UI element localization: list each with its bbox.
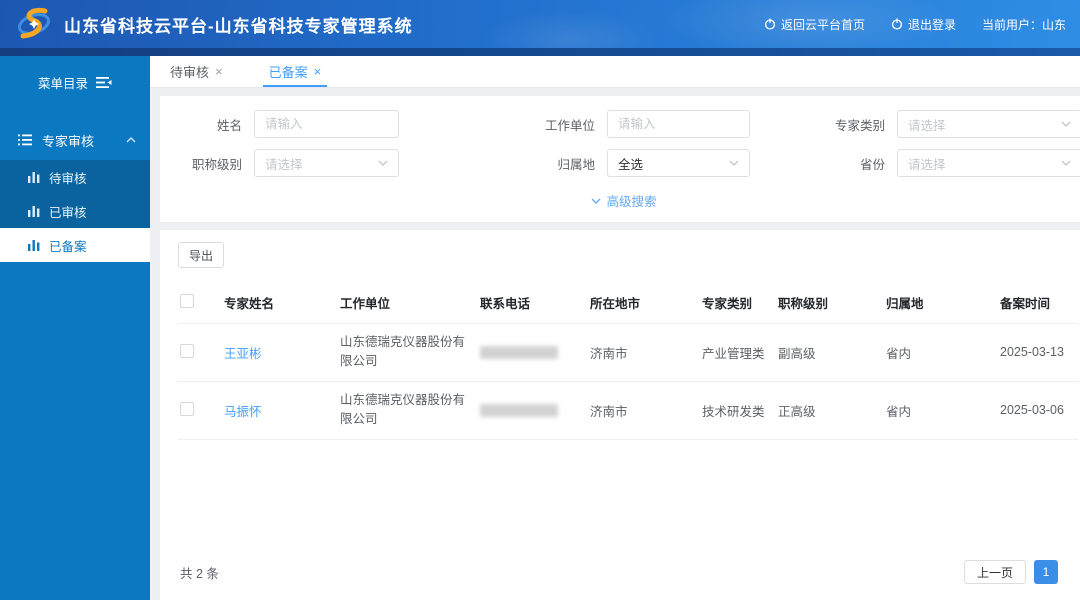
list-icon (18, 134, 32, 146)
pagination-bar: 共 2 条 上一页 1 (178, 544, 1080, 600)
home-circle-icon (764, 18, 776, 30)
expert-category-label: 专家类别 (811, 115, 897, 134)
chevron-down-icon (591, 198, 601, 204)
close-icon[interactable]: × (215, 64, 223, 79)
return-home-label: 返回云平台首页 (781, 16, 865, 33)
menu-toggle[interactable]: 菜单目录 (0, 62, 150, 102)
current-user: 当前用户：山东 (982, 16, 1066, 33)
name-input[interactable] (265, 117, 388, 131)
chevron-down-icon (378, 160, 388, 166)
title-level-label: 职称级别 (168, 154, 254, 173)
tab-bar: 待审核 × 已备案 × (150, 56, 1080, 88)
work-unit-input[interactable] (618, 117, 739, 131)
record-date-cell: 2025-03-06 (998, 381, 1078, 439)
sidebar-submenu: 待审核 已审核 已备案 (0, 160, 150, 262)
sidebar-item-label: 已审核 (49, 202, 87, 221)
expert-category-select[interactable]: 请选择 (897, 110, 1080, 138)
power-icon (891, 18, 903, 30)
col-expert-name: 专家姓名 (222, 282, 338, 324)
chevron-up-icon (126, 137, 136, 143)
col-category: 专家类别 (700, 282, 776, 324)
bar-chart-icon (28, 172, 40, 183)
category-cell: 产业管理类 (700, 324, 776, 382)
sidebar-item-pending-review[interactable]: 待审核 (0, 160, 150, 194)
prev-page-button[interactable]: 上一页 (964, 560, 1026, 584)
col-record-date: 备案时间 (998, 282, 1078, 324)
return-home-link[interactable]: 返回云平台首页 (764, 16, 865, 33)
name-label: 姓名 (168, 115, 254, 134)
col-phone: 联系电话 (478, 282, 588, 324)
menu-toggle-label: 菜单目录 (38, 73, 88, 92)
region-cell: 省内 (884, 324, 998, 382)
sidebar-group-label: 专家审核 (42, 131, 94, 150)
phone-redacted (480, 404, 558, 417)
region-select[interactable]: 全选 (607, 149, 750, 177)
col-title-level: 职称级别 (776, 282, 884, 324)
chevron-down-icon (1061, 121, 1071, 127)
advanced-search-label: 高级搜索 (606, 191, 656, 210)
work-unit-cell: 山东德瑞克仪器股份有限公司 (338, 324, 478, 382)
total-count: 共 2 条 (180, 563, 219, 582)
logout-label: 退出登录 (908, 16, 956, 33)
page-title: 山东省科技云平台-山东省科技专家管理系统 (64, 12, 413, 37)
work-unit-label: 工作单位 (521, 115, 607, 134)
record-date-cell: 2025-03-13 (998, 324, 1078, 382)
current-user-label: 当前用户：山东 (982, 16, 1066, 33)
province-select[interactable]: 请选择 (897, 149, 1080, 177)
title-level-cell: 正高级 (776, 381, 884, 439)
sidebar-item-reviewed[interactable]: 已审核 (0, 194, 150, 228)
tab-recorded[interactable]: 已备案 × (263, 56, 328, 87)
sidebar: 菜单目录 专家审核 待审核 已审核 (0, 56, 150, 600)
col-work-unit: 工作单位 (338, 282, 478, 324)
row-checkbox[interactable] (180, 344, 194, 358)
phone-redacted (480, 346, 558, 359)
logout-link[interactable]: 退出登录 (891, 16, 956, 33)
app-logo-icon (14, 4, 54, 44)
sidebar-group-expert-review[interactable]: 专家审核 (0, 120, 150, 160)
title-level-cell: 副高级 (776, 324, 884, 382)
chevron-down-icon (729, 160, 739, 166)
col-city: 所在地市 (588, 282, 700, 324)
sidebar-item-recorded[interactable]: 已备案 (0, 228, 150, 262)
close-icon[interactable]: × (314, 64, 322, 79)
work-unit-cell: 山东德瑞克仪器股份有限公司 (338, 381, 478, 439)
category-cell: 技术研发类 (700, 381, 776, 439)
table-row: 马振怀 山东德瑞克仪器股份有限公司 济南市 技术研发类 正高级 省内 2025-… (178, 381, 1078, 439)
search-panel: 姓名 工作单位 专家类别 请选择 职称级别 请选择 (160, 96, 1080, 222)
city-cell: 济南市 (588, 381, 700, 439)
app-header: 山东省科技云平台-山东省科技专家管理系统 返回云平台首页 退出登录 当前用户：山… (0, 0, 1080, 48)
results-panel: 导出 专家姓名 工作单位 联系电话 所在地市 专家类别 职称级别 归属地 备案时… (160, 230, 1080, 600)
col-region: 归属地 (884, 282, 998, 324)
tab-label: 待审核 (170, 62, 209, 81)
city-cell: 济南市 (588, 324, 700, 382)
region-cell: 省内 (884, 381, 998, 439)
sidebar-item-label: 已备案 (49, 236, 87, 255)
main-content: 待审核 × 已备案 × 姓名 工作单位 专家类别 请选择 (150, 56, 1080, 600)
table-header-row: 专家姓名 工作单位 联系电话 所在地市 专家类别 职称级别 归属地 备案时间 (178, 282, 1078, 324)
collapse-menu-icon (96, 76, 112, 89)
export-button[interactable]: 导出 (178, 242, 224, 268)
province-label: 省份 (811, 154, 897, 173)
page-1-button[interactable]: 1 (1034, 560, 1058, 584)
chevron-down-icon (1061, 160, 1071, 166)
expert-name-link[interactable]: 王亚彬 (224, 347, 262, 361)
title-level-select[interactable]: 请选择 (254, 149, 399, 177)
table-row: 王亚彬 山东德瑞克仪器股份有限公司 济南市 产业管理类 副高级 省内 2025-… (178, 324, 1078, 382)
expert-name-link[interactable]: 马振怀 (224, 405, 262, 419)
bar-chart-icon (28, 240, 40, 251)
sidebar-item-label: 待审核 (49, 168, 87, 187)
row-checkbox[interactable] (180, 402, 194, 416)
select-all-checkbox[interactable] (180, 294, 194, 308)
tab-label: 已备案 (269, 62, 308, 81)
tab-pending-review[interactable]: 待审核 × (164, 56, 229, 87)
results-table: 专家姓名 工作单位 联系电话 所在地市 专家类别 职称级别 归属地 备案时间 王… (178, 282, 1078, 440)
region-label: 归属地 (521, 154, 607, 173)
advanced-search-link[interactable]: 高级搜索 (168, 188, 1080, 214)
bar-chart-icon (28, 206, 40, 217)
